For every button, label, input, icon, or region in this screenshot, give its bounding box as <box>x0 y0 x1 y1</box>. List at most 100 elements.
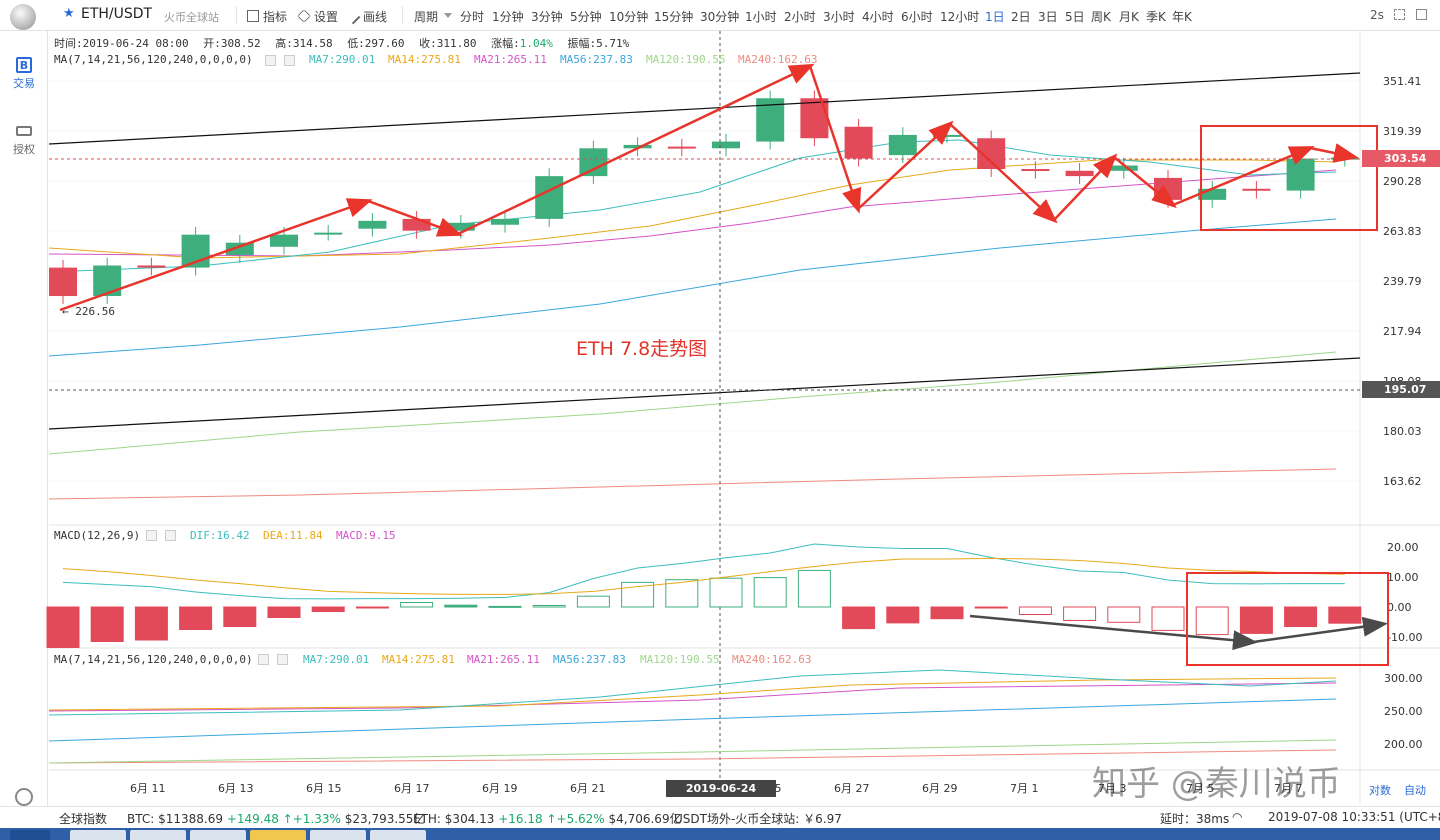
candle-body[interactable] <box>888 134 917 156</box>
global-index-link[interactable]: 全球指数 <box>59 810 107 827</box>
date-axis-tick: 6月 21 <box>570 782 606 795</box>
candle-body[interactable] <box>1242 188 1271 191</box>
taskbar-app[interactable] <box>70 830 126 840</box>
sub-axis-tick: 200.00 <box>1384 738 1423 751</box>
crosshair-price-tag: 195.07 <box>1362 381 1440 398</box>
sub-ma56-line <box>48 698 1337 742</box>
candle-body[interactable] <box>800 98 829 139</box>
candle-body[interactable] <box>579 148 608 177</box>
os-taskbar <box>0 828 1440 840</box>
watermark: 知乎 @秦川说币 <box>1092 764 1341 804</box>
macd-bar <box>576 595 610 608</box>
info-amplitude-label: 振幅: <box>567 37 597 50</box>
macd-bar <box>797 569 831 608</box>
macd-value: MACD:9.15 <box>336 529 396 542</box>
candle-body[interactable] <box>270 234 298 247</box>
macd-bar <box>842 606 876 630</box>
macd-settings-icon[interactable] <box>146 530 157 541</box>
info-close: 收:311.80 <box>419 37 477 50</box>
macd-bar <box>400 602 434 608</box>
sub-ma14: MA14:275.81 <box>382 653 455 666</box>
dea-line <box>62 557 1345 595</box>
macd-bar <box>621 581 655 608</box>
macd-bar <box>90 606 124 642</box>
ma-settings-icon[interactable] <box>265 55 276 66</box>
candle-body[interactable] <box>1286 158 1315 191</box>
annotation-title: ETH 7.8走势图 <box>576 338 708 360</box>
taskbar-app[interactable] <box>130 830 186 840</box>
macd-bar <box>134 606 168 641</box>
ma-close-icon[interactable] <box>284 55 295 66</box>
date-axis-tick: 6月 19 <box>482 782 518 795</box>
candle-body[interactable] <box>137 265 166 268</box>
sub-ma-close-icon[interactable] <box>277 654 288 665</box>
candle-body[interactable] <box>667 146 696 149</box>
macd-bar <box>1018 606 1052 615</box>
price-axis-tick: 180.03 <box>1383 425 1422 438</box>
candle-body[interactable] <box>402 218 431 231</box>
macd-close-icon[interactable] <box>165 530 176 541</box>
macd-bar <box>532 605 566 608</box>
macd-title: MACD(12,26,9) <box>54 529 141 542</box>
candle-body[interactable] <box>314 232 343 235</box>
main-ma56: MA56:237.83 <box>560 53 633 66</box>
taskbar-app[interactable] <box>190 830 246 840</box>
info-change-label: 涨幅: <box>491 37 520 50</box>
info-amplitude-value: 5.71% <box>596 37 630 50</box>
candle-body[interactable] <box>1154 177 1182 200</box>
main-ma-title: MA(7,14,21,56,120,240,0,0,0,0) <box>54 53 253 66</box>
candle-body[interactable] <box>491 218 519 225</box>
kline-chart[interactable]: 351.41319.39290.28263.83239.79217.94198.… <box>0 0 1440 840</box>
macd-bar <box>1195 606 1229 636</box>
taskbar-app[interactable] <box>370 830 426 840</box>
latency: 延时：38ms <box>1160 812 1230 826</box>
taskbar-app[interactable] <box>250 830 306 840</box>
macd-axis-tick: 0.00 <box>1387 601 1412 614</box>
annotation-arrow <box>457 63 815 236</box>
eth-ticker[interactable]: ETH: $304.13 +16.18 ↑+5.62% $4,706.69亿 <box>413 810 682 827</box>
macd-bar <box>267 606 301 618</box>
candle-body[interactable] <box>93 265 122 297</box>
main-ma21: MA21:265.11 <box>474 53 547 66</box>
low-price-marker: ← 226.56 <box>62 305 115 318</box>
macd-bar <box>1063 606 1097 621</box>
macd-bar <box>311 606 345 612</box>
sub-ma-title: MA(7,14,21,56,120,240,0,0,0,0) <box>54 653 253 666</box>
ma240-line <box>48 468 1337 500</box>
macd-bar <box>223 606 257 627</box>
candle-body[interactable] <box>535 176 564 219</box>
macd-axis-tick: 20.00 <box>1387 541 1419 554</box>
date-axis-tick: 6月 11 <box>130 782 166 795</box>
main-ma240: MA240:162.63 <box>738 53 818 66</box>
sub-ma-settings-icon[interactable] <box>258 654 269 665</box>
candle-body[interactable] <box>1065 170 1094 177</box>
sub-ma7: MA7:290.01 <box>303 653 370 666</box>
candle-body[interactable] <box>1198 188 1227 200</box>
macd-bar <box>753 577 787 608</box>
candle-body[interactable] <box>844 126 873 159</box>
start-button[interactable] <box>10 830 50 840</box>
sub-ma21: MA21:265.11 <box>467 653 540 666</box>
annotation-arrow <box>1309 143 1359 163</box>
candle-body[interactable] <box>712 141 740 149</box>
candle-body[interactable] <box>1021 169 1050 172</box>
trend-line-upper <box>48 72 1361 145</box>
log-scale-toggle[interactable]: 对数 <box>1369 782 1391 798</box>
ma120-line <box>48 351 1337 455</box>
btc-ticker[interactable]: BTC: $11388.69 +149.48 ↑+1.33% $23,793.5… <box>127 810 425 827</box>
trend-line-lower <box>48 357 1361 430</box>
candle-info-bar: 时间:2019-06-24 08:00 开:308.52 高:314.58 低:… <box>54 35 637 51</box>
clock: 2019-07-08 10:33:51 (UTC+8) <box>1268 810 1440 824</box>
info-high: 高:314.58 <box>275 37 333 50</box>
otc-ticker[interactable]: USDT场外-火币全球站: ￥6.97 <box>674 810 842 827</box>
auto-scale-toggle[interactable]: 自动 <box>1404 782 1426 798</box>
macd-bar <box>886 606 920 624</box>
taskbar-app[interactable] <box>310 830 366 840</box>
price-axis-tick: 290.28 <box>1383 175 1422 188</box>
macd-bar <box>1151 606 1185 631</box>
candle-body[interactable] <box>358 220 387 229</box>
sub-ma56: MA56:237.83 <box>553 653 626 666</box>
macd-bar <box>1284 606 1318 627</box>
candle-body[interactable] <box>49 267 77 297</box>
macd-bar <box>709 577 743 608</box>
